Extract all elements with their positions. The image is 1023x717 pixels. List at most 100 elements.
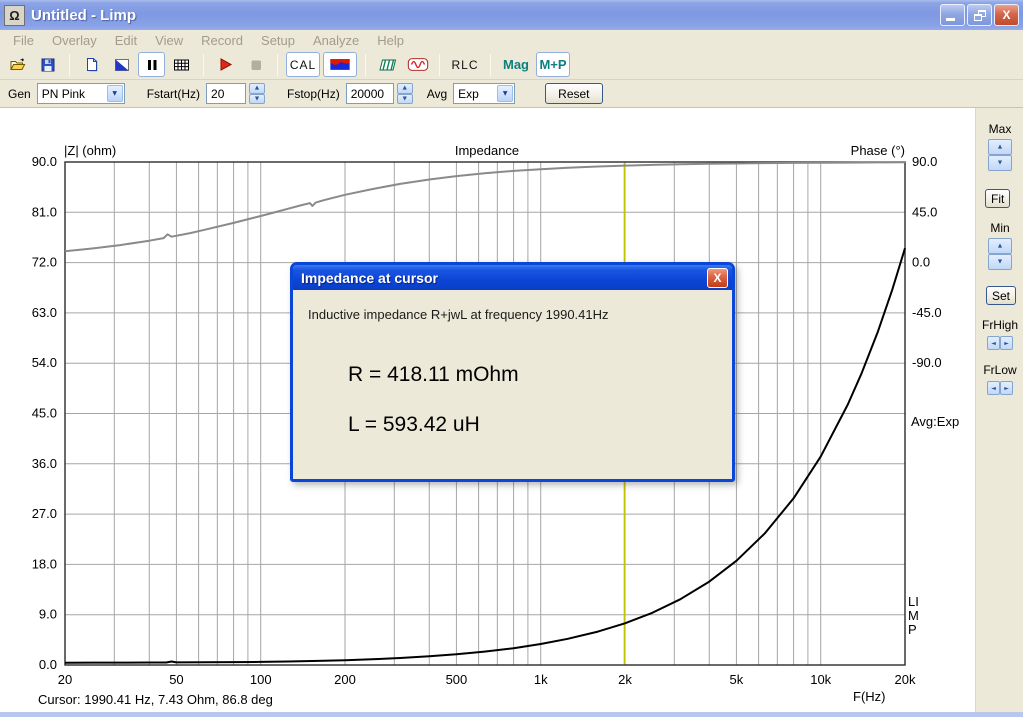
menu-help[interactable]: Help [368,31,413,50]
frhigh-label: FrHigh [981,318,1018,332]
menu-analyze[interactable]: Analyze [304,31,368,50]
fstart-down-icon[interactable]: ▼ [249,93,266,104]
stop-record-button[interactable] [242,52,269,77]
new-page-icon [86,57,97,71]
min-down-icon[interactable]: ▼ [988,254,1012,270]
menu-overlay[interactable]: Overlay [43,31,106,50]
mag-label: Mag [503,57,529,72]
x-tick-label: 200 [334,672,356,687]
left-tick-label: 36.0 [32,456,57,471]
max-up-icon[interactable]: ▲ [988,139,1012,155]
menu-record[interactable]: Record [192,31,252,50]
set-button[interactable]: Set [986,286,1017,305]
cal-label: CAL [289,57,317,72]
menu-file[interactable]: File [4,31,43,50]
table-button[interactable] [168,52,195,77]
dialog-close-button[interactable]: X [707,267,728,288]
fstart-up-icon[interactable]: ▲ [249,83,266,94]
sine-wave-icon [407,58,428,71]
toolbar-separator [277,53,278,76]
left-tick-label: 45.0 [32,406,57,421]
menu-edit[interactable]: Edit [106,31,146,50]
save-button[interactable] [34,52,61,77]
generator-output-button[interactable] [323,52,357,77]
pause-icon [147,59,156,70]
x-tick-label: 10k [810,672,831,687]
right-tick-label: 0.0 [912,255,930,270]
frhigh-left-icon[interactable]: ◄ [987,336,1000,350]
mag-button[interactable]: Mag [499,52,533,77]
new-document-button[interactable] [78,52,105,77]
frlow-left-icon[interactable]: ◄ [987,381,1000,395]
limp-watermark: LIMP [908,594,919,637]
menu-setup[interactable]: Setup [252,31,304,50]
close-button[interactable]: X [994,4,1019,26]
dialog-r-value: R = 418.11 mOhm [348,363,519,386]
signal-generator-button[interactable] [404,52,431,77]
max-label: Max [988,122,1012,136]
floppy-disk-icon [41,58,54,71]
avg-dropdown-icon[interactable]: ▼ [497,85,514,102]
frlow-right-icon[interactable]: ► [1000,381,1013,395]
left-tick-label: 9.0 [39,607,57,622]
fstart-spinner[interactable]: ▲ ▼ [249,83,266,104]
left-tick-label: 72.0 [32,255,57,270]
reset-button[interactable]: Reset [545,83,603,104]
x-tick-label: 1k [534,672,548,687]
fstart-input[interactable] [206,83,247,104]
minimize-icon [946,18,955,21]
fstop-spinner[interactable]: ▲ ▼ [396,83,413,104]
phase-curve [64,161,906,253]
restore-icon [973,9,986,21]
cal-button[interactable]: CAL [286,52,320,77]
gen-dropdown-icon[interactable]: ▼ [106,85,123,102]
left-tick-label: 18.0 [32,556,57,571]
restore-button[interactable] [967,4,992,26]
left-axis-title: |Z| (ohm) [64,143,117,158]
dialog-l-value: L = 593.42 uH [348,413,480,436]
avg-select[interactable]: Exp ▼ [453,83,516,104]
minimize-button[interactable] [940,4,965,26]
left-tick-label: 81.0 [32,204,57,219]
fstop-label: Fstop(Hz) [287,86,340,101]
x-tick-label: 5k [730,672,744,687]
fstop-down-icon[interactable]: ▼ [396,93,413,104]
fstop-up-icon[interactable]: ▲ [396,83,413,94]
fstop-input[interactable] [345,83,394,104]
side-panel: Max ▲ ▼ Fit Min ▲ ▼ Set FrHigh ◄ ► FrLow… [975,108,1023,712]
right-tick-label: -45.0 [912,305,942,320]
frlow-spinner[interactable]: ◄ ► [987,381,1013,395]
window-titlebar[interactable]: Ω Untitled - Limp X [0,0,1023,30]
graph-mode-button[interactable] [108,52,135,77]
chart-title: Impedance [454,143,520,158]
statusbar-cursor-text: Cursor: 1990.41 Hz, 7.43 Ohm, 86.8 deg [38,692,273,707]
pause-button[interactable] [138,52,165,77]
window-controls: X [940,4,1019,26]
gen-select[interactable]: PN Pink ▼ [36,83,125,104]
avg-status-text: Avg:Exp [911,414,960,429]
max-spinner[interactable]: ▲ ▼ [988,139,1012,171]
min-up-icon[interactable]: ▲ [988,238,1012,254]
parameter-bar: Gen PN Pink ▼ Fstart(Hz) ▲ ▼ Fstop(Hz) ▲… [0,80,1023,108]
rlc-label: RLC [451,57,479,72]
window-title: Untitled - Limp [31,6,136,24]
open-button[interactable] [4,52,31,77]
frhigh-right-icon[interactable]: ► [1000,336,1013,350]
dialog-title: Impedance at cursor [301,269,438,286]
frhigh-spinner[interactable]: ◄ ► [987,336,1013,350]
dialog-titlebar[interactable]: Impedance at cursor X [293,265,732,290]
right-tick-label: 45.0 [912,204,937,219]
menu-view[interactable]: View [146,31,192,50]
left-tick-label: 63.0 [32,305,57,320]
max-down-icon[interactable]: ▼ [988,155,1012,171]
spectrum-button[interactable] [374,52,401,77]
rlc-button[interactable]: RLC [448,52,482,77]
right-tick-label: 90.0 [912,154,937,169]
dialog-message: Inductive impedance R+jwL at frequency 1… [308,307,609,322]
mag-phase-button[interactable]: M+P [536,52,570,77]
fit-button[interactable]: Fit [985,189,1011,208]
toolbar-separator [439,53,440,76]
start-record-button[interactable] [212,52,239,77]
min-spinner[interactable]: ▲ ▼ [988,238,1012,270]
x-tick-label: 2k [618,672,632,687]
